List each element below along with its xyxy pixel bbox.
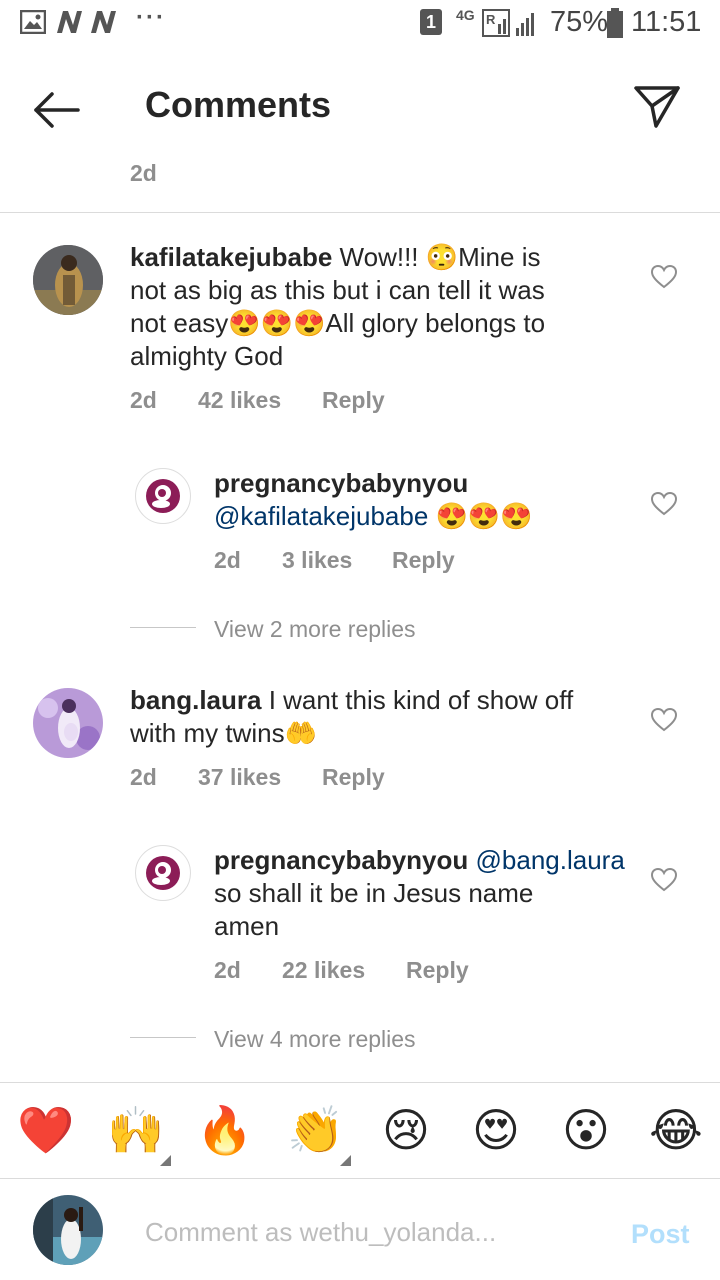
- emoji-crying-button[interactable]: 😢: [376, 1102, 436, 1158]
- page-title: Comments: [145, 84, 332, 125]
- skin-tone-indicator: [340, 1155, 351, 1166]
- comment-username[interactable]: bang.laura: [130, 685, 261, 715]
- comment-time: 2d: [130, 387, 157, 413]
- avatar-image: [146, 479, 180, 513]
- roaming-signal-icon: R: [482, 9, 534, 37]
- like-heart-icon[interactable]: [651, 707, 677, 733]
- avatar[interactable]: [135, 468, 191, 524]
- reply-line: @kafilatakejubabe 😍😍😍: [214, 500, 614, 533]
- reply-button[interactable]: Reply: [322, 764, 385, 791]
- emoji-raised-hands-button[interactable]: 🙌: [106, 1102, 166, 1158]
- reply-username[interactable]: pregnancybabynyou: [214, 467, 614, 500]
- avatar-image: [33, 1195, 103, 1265]
- sim-badge: 1: [420, 9, 442, 35]
- comment-line: not as big as this but i can tell it was: [130, 275, 545, 305]
- reply-body: pregnancybabynyou @kafilatakejubabe 😍😍😍: [214, 467, 614, 533]
- caption-timestamp: 2d: [130, 160, 157, 186]
- reply-time: 2d: [214, 547, 241, 573]
- caption-divider: [0, 212, 720, 213]
- view-more-replies[interactable]: View 2 more replies: [214, 616, 416, 643]
- clock: 11:51: [631, 6, 702, 38]
- comment-likes[interactable]: 37 likes: [198, 764, 281, 791]
- emoji-clap-button[interactable]: 👏: [286, 1102, 346, 1158]
- comment-input[interactable]: [145, 1212, 595, 1252]
- avatar-image: [33, 245, 103, 315]
- emoji-surprised-button[interactable]: 😮: [556, 1102, 616, 1158]
- mention-link[interactable]: @kafilatakejubabe: [214, 501, 428, 531]
- send-direct-icon[interactable]: [632, 82, 682, 132]
- reply-button[interactable]: Reply: [406, 957, 469, 984]
- avatar[interactable]: [33, 688, 103, 758]
- reply-button[interactable]: Reply: [392, 547, 455, 574]
- comment-text: Wow!!! 😳Mine is: [332, 242, 541, 272]
- composer-top-divider: [0, 1178, 720, 1179]
- reply-text: 😍😍😍: [428, 501, 533, 531]
- comment-body: kafilatakejubabe Wow!!! 😳Mine is not as …: [130, 241, 600, 373]
- comment-text: I want this kind of show off: [261, 685, 574, 715]
- back-arrow-icon[interactable]: [30, 84, 82, 136]
- battery-icon: [607, 8, 623, 38]
- reply-button[interactable]: Reply: [322, 387, 385, 414]
- n-app-icon: [57, 11, 82, 33]
- mention-link[interactable]: @bang.laura: [476, 845, 625, 875]
- avatar[interactable]: [135, 845, 191, 901]
- post-button[interactable]: Post: [631, 1219, 690, 1250]
- reply-likes[interactable]: 3 likes: [282, 547, 352, 574]
- view-replies-line: [130, 1037, 196, 1038]
- comment-username[interactable]: kafilatakejubabe: [130, 242, 332, 272]
- n-app-icon-2: [91, 11, 116, 33]
- avatar-image: [33, 688, 103, 758]
- more-notifications-icon: ···: [136, 4, 166, 31]
- reply-time: 2d: [214, 957, 241, 983]
- comment-line: not easy😍😍😍All glory belongs to: [130, 308, 546, 338]
- like-heart-icon[interactable]: [651, 867, 677, 893]
- comment-line: kafilatakejubabe Wow!!! 😳Mine is: [130, 241, 600, 274]
- reply-line: pregnancybabynyou @bang.laura: [214, 844, 634, 877]
- comment-body: bang.laura I want this kind of show off …: [130, 684, 610, 750]
- network-type: 4G: [456, 7, 475, 23]
- emoji-heart-button[interactable]: ❤️: [16, 1102, 76, 1158]
- comment-line: with my twins🤲: [130, 718, 317, 748]
- skin-tone-indicator: [160, 1155, 171, 1166]
- reply-likes[interactable]: 22 likes: [282, 957, 365, 984]
- reply-username[interactable]: pregnancybabynyou: [214, 845, 468, 875]
- svg-text:R: R: [486, 12, 496, 27]
- emoji-laughing-button[interactable]: 😂: [646, 1102, 706, 1158]
- status-bar: ··· 1 4G R 75% 11:51: [0, 0, 720, 48]
- emoji-fire-button[interactable]: 🔥: [195, 1102, 255, 1158]
- like-heart-icon[interactable]: [651, 491, 677, 517]
- view-more-replies[interactable]: View 4 more replies: [214, 1026, 416, 1053]
- avatar[interactable]: [33, 245, 103, 315]
- current-user-avatar: [33, 1195, 103, 1265]
- avatar-image: [146, 856, 180, 890]
- battery-percent: 75%: [550, 6, 609, 38]
- view-replies-line: [130, 627, 196, 628]
- emoji-bar-top-divider: [0, 1082, 720, 1083]
- emoji-heart-eyes-button[interactable]: 😍: [466, 1102, 526, 1158]
- gallery-notification-icon: [20, 10, 46, 34]
- like-heart-icon[interactable]: [651, 264, 677, 290]
- reply-line: amen: [214, 911, 280, 941]
- comment-line: almighty God: [130, 341, 284, 371]
- reply-body: pregnancybabynyou @bang.laura so shall i…: [214, 844, 634, 943]
- comment-time: 2d: [130, 764, 157, 790]
- comment-likes[interactable]: 42 likes: [198, 387, 281, 414]
- comment-line: bang.laura I want this kind of show off: [130, 684, 610, 717]
- reply-line: so shall it be in Jesus name: [214, 878, 534, 908]
